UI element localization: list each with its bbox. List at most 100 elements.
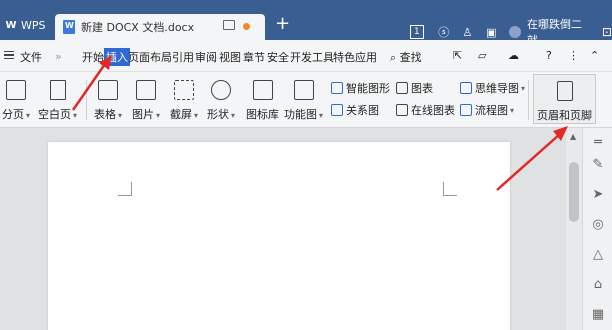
more-tabs-chevron[interactable]: »	[55, 50, 62, 63]
mind-map-label: 思维导图	[475, 82, 519, 95]
function-chart-button[interactable]: 功能图 ▾	[284, 80, 323, 122]
tab-review[interactable]: 审阅	[195, 49, 217, 65]
tab-view[interactable]: 视图	[219, 49, 241, 65]
shape-icon	[211, 80, 231, 100]
hamburger-icon[interactable]	[4, 51, 14, 59]
chart-icon	[396, 82, 408, 94]
grid-icon[interactable]: ▦	[591, 308, 605, 322]
header-footer-label: 页眉和页脚	[537, 109, 592, 122]
cloud-icon[interactable]: ☁	[508, 49, 519, 62]
collapse-ribbon-icon[interactable]: ⌃	[590, 49, 599, 62]
tab-developer[interactable]: 开发工具	[290, 49, 334, 65]
page-break-icon	[6, 80, 26, 100]
tab-insert[interactable]: 插入	[104, 48, 130, 66]
icon-library-label: 图标库	[246, 108, 279, 121]
flowchart-label: 流程图	[475, 104, 508, 117]
mind-map-button[interactable]: 思维导图 ▾	[460, 80, 525, 96]
relation-chart-button[interactable]: 关系图	[331, 102, 379, 118]
ribbon-divider	[86, 80, 87, 120]
flowchart-button[interactable]: 流程图 ▾	[460, 102, 514, 118]
picture-button[interactable]: 图片 ▾	[132, 80, 160, 122]
new-tab-button[interactable]: +	[275, 15, 290, 33]
cursor-icon[interactable]: ➤	[591, 188, 605, 202]
window-count-badge[interactable]: 1	[410, 25, 424, 39]
picture-icon	[136, 80, 156, 100]
triangle-icon[interactable]: △	[591, 248, 605, 262]
window-control-icon[interactable]: ⊡	[602, 25, 612, 39]
page-break-button[interactable]: 分页 ▾	[2, 80, 30, 122]
shape-button[interactable]: 形状 ▾	[207, 80, 235, 122]
wps-home-tab[interactable]: W WPS	[0, 10, 52, 40]
online-chart-label: 在线图表	[411, 104, 455, 117]
margin-corner-top-right	[443, 182, 457, 196]
smart-shape-icon	[331, 82, 343, 94]
skin-icon[interactable]: ⓢ	[438, 26, 450, 39]
picture-label: 图片	[132, 108, 154, 121]
word-doc-icon	[63, 20, 75, 34]
more-menu-icon[interactable]: ⋮	[568, 49, 579, 62]
document-area	[0, 128, 570, 330]
file-menu[interactable]: 文件	[20, 49, 42, 65]
table-button[interactable]: 表格 ▾	[94, 80, 122, 122]
gift-icon[interactable]: ▣	[485, 26, 497, 39]
icon-library-button[interactable]: 图标库	[246, 80, 279, 122]
avatar[interactable]	[509, 26, 521, 38]
ribbon-divider	[528, 80, 529, 120]
share-icon[interactable]: ⇱	[453, 49, 462, 62]
screenshot-label: 截屏	[170, 108, 192, 121]
vertical-scrollbar[interactable]: ▲	[566, 128, 582, 330]
tab-home[interactable]: 开始	[82, 49, 104, 65]
blank-page-label: 空白页	[38, 108, 71, 121]
tab-section[interactable]: 章节	[243, 49, 265, 65]
page-break-label: 分页	[2, 108, 24, 121]
monitor-icon[interactable]	[223, 20, 235, 30]
relation-chart-label: 关系图	[346, 104, 379, 117]
online-chart-button[interactable]: 在线图表	[396, 102, 455, 118]
comment-icon[interactable]: ▱	[478, 49, 486, 62]
mind-map-icon	[460, 82, 472, 94]
wps-logo-icon: W	[5, 19, 17, 31]
document-tab[interactable]: 新建 DOCX 文档.docx	[55, 14, 265, 40]
online-chart-icon	[396, 104, 408, 116]
search-icon: ⌕	[390, 51, 397, 64]
function-chart-label: 功能图	[284, 108, 317, 121]
tab-security[interactable]: 安全	[267, 49, 289, 65]
title-bar: W WPS 新建 DOCX 文档.docx + 1 ⓢ ♙ ▣ 在哪跌倒二就 ⊡	[0, 0, 612, 47]
header-footer-button[interactable]: 页眉和页脚	[533, 74, 596, 124]
tab-featured-apps[interactable]: 特色应用	[333, 49, 377, 65]
help-button[interactable]: ?	[546, 49, 552, 62]
chart-button[interactable]: 图表	[396, 80, 433, 96]
tab-page-layout[interactable]: 页面布局	[128, 49, 172, 65]
smart-shape-button[interactable]: 智能图形	[331, 80, 390, 96]
menu-bar: 文件 » 开始 插入 页面布局 引用 审阅 视图 章节 安全 开发工具 特色应用…	[0, 40, 612, 72]
screenshot-button[interactable]: 截屏 ▾	[170, 80, 198, 122]
search-button[interactable]: ⌕ 查找	[390, 49, 422, 65]
screenshot-icon	[174, 80, 194, 100]
scroll-up-icon[interactable]: ▲	[570, 132, 576, 141]
tab-references[interactable]: 引用	[172, 49, 194, 65]
blank-page-icon	[49, 80, 66, 100]
ribbon-toolbar: 分页 ▾ 空白页 ▾ 表格 ▾ 图片 ▾ 截屏 ▾ 形状 ▾ 图标库 功能图 ▾ 智能图形 图…	[0, 72, 612, 128]
relation-chart-icon	[331, 104, 343, 116]
scrollbar-thumb[interactable]	[569, 162, 579, 222]
function-chart-icon	[293, 80, 314, 100]
unsaved-dot-icon	[243, 23, 250, 30]
table-label: 表格	[94, 108, 116, 121]
header-footer-icon	[556, 81, 573, 101]
chart-label: 图表	[411, 82, 433, 95]
sidebar-handle-icon: ═	[594, 135, 602, 150]
text-icon[interactable]: ⌂	[591, 278, 605, 292]
wps-tab-label: WPS	[21, 18, 46, 32]
shapes-icon[interactable]: ◎	[591, 218, 605, 232]
document-page[interactable]	[48, 142, 510, 330]
right-sidebar: ═ ✎ ➤ ◎ △ ⌂ ▦	[582, 128, 612, 330]
blank-page-button[interactable]: 空白页 ▾	[38, 80, 77, 122]
pen-icon[interactable]: ✎	[591, 158, 605, 172]
icon-library-icon	[252, 80, 273, 100]
shape-label: 形状	[207, 108, 229, 121]
margin-corner-top-left	[118, 182, 132, 196]
shirt-icon[interactable]: ♙	[462, 26, 474, 39]
search-label: 查找	[399, 51, 422, 64]
table-icon	[98, 80, 118, 100]
document-tab-title: 新建 DOCX 文档.docx	[81, 21, 195, 34]
